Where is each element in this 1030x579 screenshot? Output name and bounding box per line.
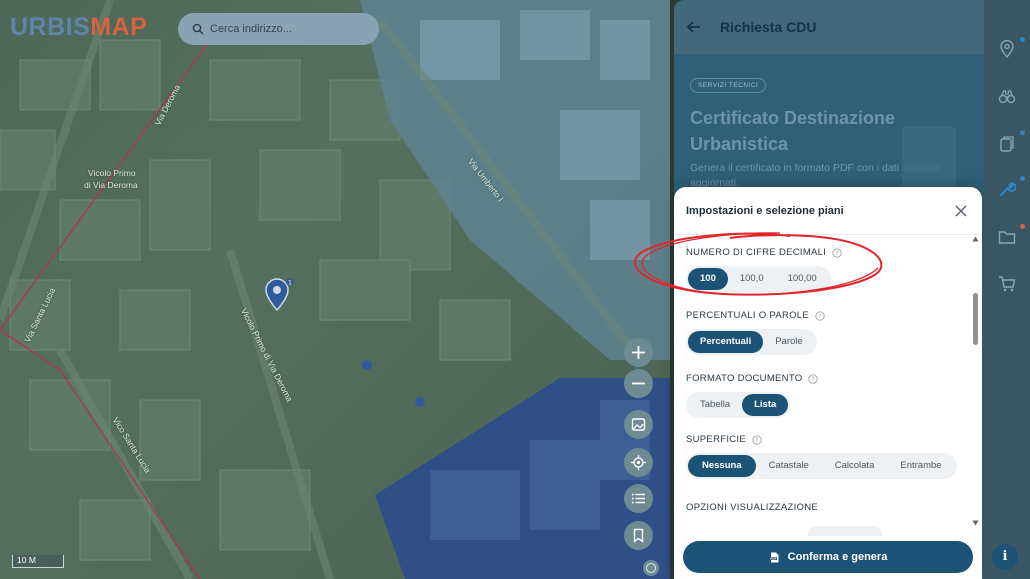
percentuali-label: PERCENTUALI O PAROLE: [686, 310, 810, 321]
list-icon: [631, 493, 645, 504]
section-visualizzazione: OPZIONI VISUALIZZAZIONE: [686, 502, 818, 513]
confirm-label: Conferma e genera: [787, 551, 888, 563]
document-illustration-icon: [902, 126, 956, 196]
zoom-out-button[interactable]: [624, 369, 653, 398]
app-logo: URBISMAP: [10, 13, 147, 42]
close-icon[interactable]: [954, 204, 968, 218]
pdf-file-icon: PDF: [769, 552, 779, 562]
help-icon[interactable]: ?: [832, 247, 842, 258]
location-marker-icon[interactable]: 1: [262, 278, 296, 314]
crosshair-icon: [631, 455, 646, 470]
section-formato: FORMATO DOCUMENTO ? Tabella Lista: [686, 373, 819, 418]
svg-text:PDF: PDF: [770, 556, 776, 560]
scroll-down-icon[interactable]: [972, 520, 979, 526]
marker-badge: 1: [288, 280, 292, 287]
option-tabella[interactable]: Tabella: [688, 394, 742, 416]
info-button[interactable]: i: [992, 544, 1018, 570]
logo-part-map: MAP: [90, 13, 148, 41]
formato-selector: Tabella Lista: [686, 392, 791, 418]
scroll-up-icon[interactable]: [972, 236, 979, 242]
superficie-label: SUPERFICIE: [686, 434, 747, 445]
back-arrow-icon[interactable]: [686, 19, 702, 35]
option-entrambe[interactable]: Entrambe: [887, 455, 954, 477]
scrollbar-thumb[interactable]: [973, 293, 978, 345]
option-100[interactable]: 100: [688, 268, 728, 290]
street-label: Vicolo Primo: [88, 168, 136, 178]
svg-text:?: ?: [835, 250, 839, 257]
help-icon[interactable]: ?: [808, 373, 819, 384]
plus-icon: [632, 346, 645, 359]
partial-option-pill: [808, 526, 882, 536]
search-bar[interactable]: [178, 13, 379, 45]
panel-header: Richiesta CDU: [674, 0, 984, 54]
notification-dot: [1020, 176, 1025, 181]
category-badge: SERVIZI TECNICI: [690, 78, 767, 93]
cart-icon[interactable]: [998, 275, 1016, 293]
svg-text:?: ?: [818, 313, 822, 320]
option-nessuna[interactable]: Nessuna: [688, 455, 756, 477]
notification-dot: [1020, 37, 1025, 42]
decimali-selector: 100 100,0 100,00: [686, 266, 831, 292]
street-label: di Via Deroma: [84, 180, 138, 190]
logo-part-urbis: URBIS: [10, 13, 91, 41]
help-icon[interactable]: ?: [752, 434, 762, 445]
confirm-generate-button[interactable]: PDF Conferma e genera: [683, 541, 973, 573]
image-icon: [631, 418, 646, 431]
option-lista[interactable]: Lista: [742, 394, 789, 416]
option-percentuali[interactable]: Percentuali: [688, 331, 764, 353]
modal-header: Impostazioni e selezione piani: [674, 187, 982, 235]
minus-icon: [632, 382, 645, 385]
help-icon[interactable]: ?: [815, 310, 825, 321]
wrench-icon[interactable]: [998, 180, 1016, 198]
zoom-in-button[interactable]: [624, 338, 653, 367]
notification-dot: [1020, 224, 1025, 229]
option-calcolata[interactable]: Calcolata: [822, 455, 888, 477]
percentuali-selector: Percentuali Parole: [686, 329, 817, 355]
section-percentuali: PERCENTUALI O PAROLE ? Percentuali Parol…: [686, 310, 825, 355]
folder-icon[interactable]: [998, 228, 1016, 246]
svg-text:?: ?: [812, 376, 816, 383]
search-icon: [192, 23, 204, 35]
option-catastale[interactable]: Catastale: [756, 455, 822, 477]
decimali-label: NUMERO DI CIFRE DECIMALI: [686, 247, 827, 258]
option-100-00[interactable]: 100,00: [776, 268, 829, 290]
search-input[interactable]: [210, 23, 370, 35]
binoculars-icon[interactable]: [998, 88, 1016, 106]
modal-title: Impostazioni e selezione piani: [686, 204, 844, 217]
bookmark-button[interactable]: [624, 521, 653, 550]
settings-modal: Impostazioni e selezione piani NUMERO DI…: [674, 187, 982, 579]
option-parole[interactable]: Parole: [763, 331, 814, 353]
formato-label: FORMATO DOCUMENTO: [686, 373, 803, 384]
notification-dot: [1020, 130, 1025, 135]
right-toolbar: [984, 0, 1030, 579]
section-decimali: NUMERO DI CIFRE DECIMALI ? 100 100,0 100…: [686, 247, 842, 292]
service-heading: Certificato Destinazione Urbanistica: [690, 108, 896, 154]
bookmark-icon: [633, 528, 644, 543]
map-scale: 10 M: [12, 555, 64, 568]
satellite-imagery: [0, 0, 670, 579]
visualizzazione-label: OPZIONI VISUALIZZAZIONE: [686, 502, 819, 513]
svg-text:?: ?: [755, 437, 759, 444]
documents-icon[interactable]: [998, 135, 1016, 153]
list-button[interactable]: [624, 484, 653, 513]
superficie-selector: Nessuna Catastale Calcolata Entrambe: [686, 453, 957, 479]
section-superficie: SUPERFICIE ? Nessuna Catastale Calcolata…: [686, 434, 957, 479]
map-view[interactable]: Via Deroma Vicolo Primo di Via Deroma Vi…: [0, 0, 670, 579]
attribution-button[interactable]: [643, 560, 659, 576]
copyright-icon: [645, 562, 657, 574]
layers-button[interactable]: [624, 410, 653, 439]
panel-title: Richiesta CDU: [720, 19, 817, 35]
modal-body[interactable]: NUMERO DI CIFRE DECIMALI ? 100 100,0 100…: [674, 235, 974, 525]
locate-button[interactable]: [624, 448, 653, 477]
map-pin-icon[interactable]: [998, 40, 1016, 58]
option-100-0[interactable]: 100,0: [728, 268, 776, 290]
